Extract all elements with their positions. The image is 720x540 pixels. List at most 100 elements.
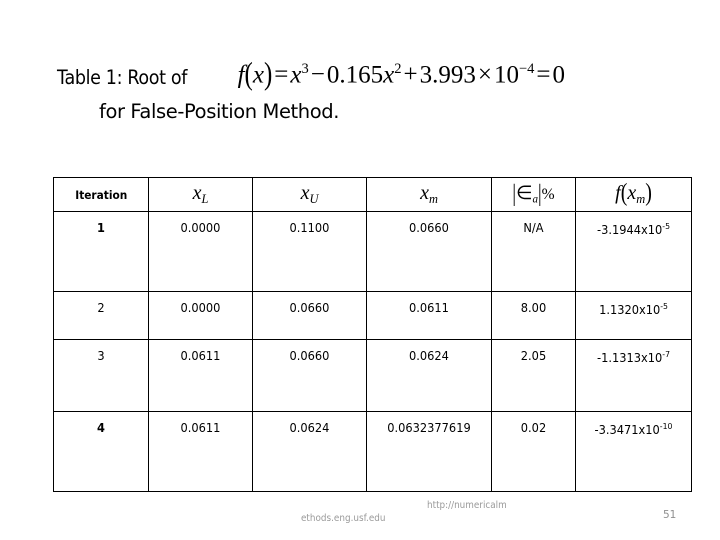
footer-url-line-one[interactable]: http://numericalm — [427, 500, 507, 511]
value-fxm: -3.3471x10-10 — [579, 412, 688, 437]
equation-term1-base: x — [290, 61, 302, 89]
equation-minus: − — [310, 61, 325, 89]
value-fxm: -1.1313x10-7 — [579, 340, 688, 365]
equation-paren-open: ( — [244, 57, 253, 92]
cell-relative-error: 8.00 — [491, 291, 576, 340]
table-body: 1 0.0000 0.1100 0.0660 N/A -3.1944x10-5 … — [53, 211, 692, 492]
value-relative-error: 8.00 — [520, 301, 547, 315]
cell-iteration: 2 — [53, 291, 149, 340]
value-relative-error: 0.02 — [520, 421, 547, 435]
cell-xl: 0.0611 — [148, 411, 253, 492]
column-header-xm: xm — [366, 177, 492, 212]
fxm-mantissa: -3.1944x10 — [596, 223, 663, 237]
value-xu: 0.0624 — [289, 421, 330, 435]
cell-xm: 0.0624 — [366, 339, 492, 412]
equation-fn-arg: x — [252, 61, 264, 89]
column-header-xm-label: xm — [420, 183, 438, 205]
value-xm: 0.0624 — [409, 349, 449, 363]
xl-subscript: L — [201, 192, 209, 207]
table-row: 2 0.0000 0.0660 0.0611 8.00 1.1320x10-5 — [53, 291, 692, 340]
value-iteration: 1 — [97, 221, 105, 235]
xm-subscript: m — [428, 192, 438, 207]
cell-relative-error: N/A — [491, 211, 576, 292]
footer-url-line-two[interactable]: ethods.eng.usf.edu — [301, 513, 385, 524]
value-xu: 0.1100 — [289, 221, 330, 235]
value-xm: 0.0611 — [409, 301, 449, 315]
value-fxm: 1.1320x10-5 — [579, 292, 688, 317]
cell-xu: 0.1100 — [252, 211, 367, 292]
column-header-relative-error: |∈a|% — [491, 177, 576, 212]
page-title: Table 1: Root of — [57, 66, 188, 90]
cell-xm: 0.0660 — [366, 211, 492, 292]
value-iteration: 3 — [97, 349, 105, 363]
equation-times: × — [477, 61, 492, 89]
results-table: Iteration xL xU xm |∈a|% f(xm) 1 0.0000 … — [53, 177, 692, 492]
equation-coef2: 0.165 — [326, 61, 384, 89]
fxm-arg-base: x — [627, 182, 637, 205]
percent-symbol: % — [541, 185, 555, 203]
column-header-xu-label: xU — [301, 183, 319, 205]
cell-iteration: 3 — [53, 339, 149, 412]
table-row: 1 0.0000 0.1100 0.0660 N/A -3.1944x10-5 — [53, 211, 692, 292]
equation-power-base: 10 — [493, 61, 519, 89]
cell-fxm: 1.1320x10-5 — [575, 291, 692, 340]
cell-relative-error: 0.02 — [491, 411, 576, 492]
cell-xu: 0.0624 — [252, 411, 367, 492]
equation-paren-close: ) — [263, 57, 273, 92]
abs-bar-open: | — [512, 179, 516, 207]
table-row: 3 0.0611 0.0660 0.0624 2.05 -1.1313x10-7 — [53, 339, 692, 412]
value-relative-error: N/A — [523, 221, 544, 235]
cell-fxm: -3.1944x10-5 — [575, 211, 692, 292]
column-header-iteration-label: Iteration — [74, 187, 128, 202]
column-header-xl: xL — [148, 177, 253, 212]
column-header-xu: xU — [252, 177, 367, 212]
cell-relative-error: 2.05 — [491, 339, 576, 412]
value-xl: 0.0611 — [180, 349, 221, 363]
cell-fxm: -3.3471x10-10 — [575, 411, 692, 492]
column-header-xl-label: xL — [193, 183, 209, 205]
fxm-exponent: -5 — [662, 221, 671, 231]
title-line-first: Table 1: Root of f(x)=x3−0.165x2+3.993×1… — [57, 57, 697, 92]
equation-rhs-equals: = — [536, 61, 551, 89]
cell-iteration: 4 — [53, 411, 149, 492]
value-xl: 0.0611 — [180, 421, 221, 435]
equation-equals: = — [274, 61, 289, 89]
cell-xl: 0.0000 — [148, 211, 253, 292]
fxm-paren-close: ) — [645, 179, 652, 208]
page-number: 51 — [663, 509, 677, 521]
value-fxm: -3.1944x10-5 — [579, 212, 688, 237]
value-xm: 0.0660 — [409, 221, 449, 235]
fxm-arg-subscript: m — [636, 192, 646, 207]
equation-display: f(x)=x3−0.165x2+3.993×10−4=0 — [238, 57, 566, 92]
value-relative-error: 2.05 — [520, 349, 547, 363]
slide-title: Table 1: Root of f(x)=x3−0.165x2+3.993×1… — [57, 57, 697, 123]
value-xl: 0.0000 — [180, 301, 221, 315]
value-xm: 0.0632377619 — [387, 421, 471, 435]
fxm-mantissa: 1.1320x10 — [599, 303, 661, 317]
value-xu: 0.0660 — [289, 301, 330, 315]
fxm-mantissa: -1.1313x10 — [596, 351, 663, 365]
cell-xm: 0.0611 — [366, 291, 492, 340]
fxm-mantissa: -3.3471x10 — [594, 423, 660, 437]
equation-term1-exponent: 3 — [301, 61, 309, 77]
epsilon-symbol: ∈ — [515, 182, 533, 204]
equation-term2-base: x — [383, 61, 395, 89]
fxm-paren-open: ( — [620, 179, 628, 208]
abs-bar-close: | — [538, 179, 542, 207]
equation-power-exponent: −4 — [518, 61, 535, 77]
fxm-exponent: -5 — [660, 301, 668, 311]
xu-subscript: U — [309, 192, 319, 207]
column-header-iteration: Iteration — [53, 177, 149, 212]
fxm-exponent: -7 — [662, 349, 671, 359]
equation-rhs: 0 — [552, 61, 566, 89]
value-xu: 0.0660 — [289, 349, 330, 363]
cell-xu: 0.0660 — [252, 339, 367, 412]
cell-xm: 0.0632377619 — [366, 411, 492, 492]
xm-base: x — [420, 182, 429, 205]
table-header: Iteration xL xU xm |∈a|% f(xm) — [53, 177, 692, 212]
value-xl: 0.0000 — [180, 221, 221, 235]
value-iteration: 2 — [97, 301, 105, 315]
cell-xu: 0.0660 — [252, 291, 367, 340]
cell-xl: 0.0000 — [148, 291, 253, 340]
table-row: 4 0.0611 0.0624 0.0632377619 0.02 -3.347… — [53, 411, 692, 492]
